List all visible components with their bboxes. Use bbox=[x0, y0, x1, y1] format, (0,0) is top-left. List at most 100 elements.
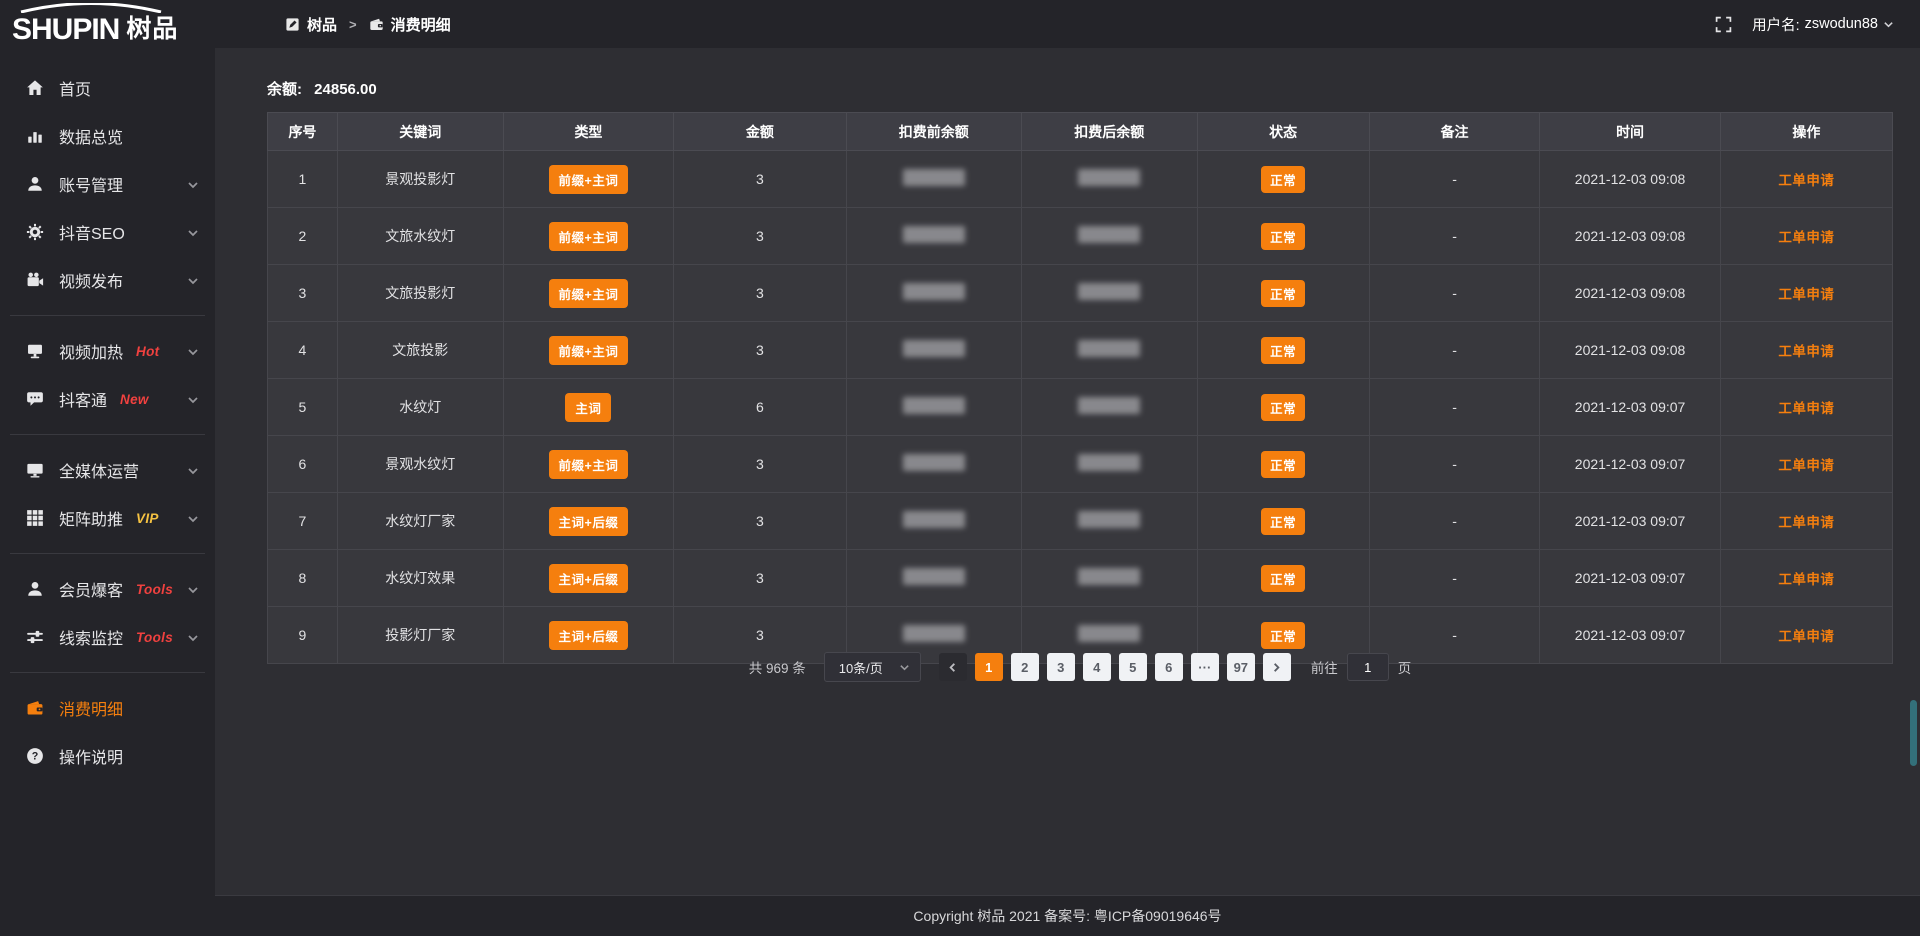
sidebar-item-video-publish[interactable]: 视频发布 bbox=[0, 256, 215, 304]
cell-action: 工单申请 bbox=[1720, 265, 1892, 322]
sidebar-item-tag: New bbox=[120, 392, 149, 407]
cell-keyword: 文旅投影 bbox=[337, 322, 503, 379]
cell-index: 2 bbox=[268, 208, 338, 265]
cell-amount: 3 bbox=[674, 322, 846, 379]
sidebar-item-douketong[interactable]: 抖客通New bbox=[0, 375, 215, 423]
cell-keyword: 水纹灯厂家 bbox=[337, 493, 503, 550]
page-button-6[interactable]: 6 bbox=[1155, 653, 1183, 681]
breadcrumb-item-consume-detail[interactable]: 消费明细 bbox=[369, 14, 451, 35]
cell-balance-before bbox=[846, 322, 1022, 379]
cell-amount: 6 bbox=[674, 379, 846, 436]
cell-index: 5 bbox=[268, 379, 338, 436]
logo-arc bbox=[16, 3, 166, 13]
app-logo[interactable]: SHUPIN 树品 bbox=[0, 0, 215, 50]
goto-label: 前往 bbox=[1311, 657, 1338, 677]
table-row: 1景观投影灯前缀+主词3正常-2021-12-03 09:08工单申请 bbox=[268, 151, 1893, 208]
column-header: 类型 bbox=[503, 113, 674, 151]
cell-keyword: 景观投影灯 bbox=[337, 151, 503, 208]
user-dropdown[interactable]: 用户名: zswodun88 bbox=[1752, 14, 1894, 35]
status-badge: 正常 bbox=[1261, 394, 1305, 421]
sidebar-item-home[interactable]: 首页 bbox=[0, 64, 215, 112]
work-order-link[interactable]: 工单申请 bbox=[1778, 401, 1834, 416]
next-page-button[interactable] bbox=[1263, 653, 1291, 681]
page-size-select[interactable]: 10条/页 bbox=[824, 652, 921, 682]
cell-remark: - bbox=[1369, 436, 1540, 493]
column-header: 备注 bbox=[1369, 113, 1540, 151]
sidebar-item-label: 数据总览 bbox=[59, 124, 123, 148]
sidebar-item-help[interactable]: ?操作说明 bbox=[0, 732, 215, 780]
page-button-97[interactable]: 97 bbox=[1227, 653, 1255, 681]
pagination: 共 969 条 10条/页 123456···97 前往 页 bbox=[267, 652, 1893, 682]
consume-table: 序号关键词类型金额扣费前余额扣费后余额状态备注时间操作 1景观投影灯前缀+主词3… bbox=[267, 112, 1893, 664]
page-button-5[interactable]: 5 bbox=[1119, 653, 1147, 681]
status-badge: 正常 bbox=[1261, 337, 1305, 364]
table-row: 3文旅投影灯前缀+主词3正常-2021-12-03 09:08工单申请 bbox=[268, 265, 1893, 322]
cell-balance-before bbox=[846, 550, 1022, 607]
cell-remark: - bbox=[1369, 265, 1540, 322]
goto-unit: 页 bbox=[1398, 657, 1412, 677]
cell-amount: 3 bbox=[674, 436, 846, 493]
cell-balance-after bbox=[1022, 208, 1198, 265]
sidebar: SHUPIN 树品 首页数据总览账号管理抖音SEO视频发布视频加热Hot抖客通N… bbox=[0, 0, 215, 936]
wallet-icon bbox=[26, 699, 44, 717]
work-order-link[interactable]: 工单申请 bbox=[1778, 173, 1834, 188]
sidebar-item-media-operation[interactable]: 全媒体运营 bbox=[0, 446, 215, 494]
cell-status: 正常 bbox=[1197, 436, 1369, 493]
masked-balance-before bbox=[903, 568, 965, 585]
chevron-down-icon bbox=[187, 583, 199, 595]
work-order-link[interactable]: 工单申请 bbox=[1778, 572, 1834, 587]
cell-balance-after bbox=[1022, 550, 1198, 607]
breadcrumb-item-shupin[interactable]: 树品 bbox=[285, 14, 337, 35]
sidebar-item-consume-detail[interactable]: 消费明细 bbox=[0, 684, 215, 732]
work-order-link[interactable]: 工单申请 bbox=[1778, 287, 1834, 302]
scrollbar-thumb[interactable] bbox=[1910, 700, 1917, 766]
cell-amount: 3 bbox=[674, 265, 846, 322]
cell-amount: 3 bbox=[674, 151, 846, 208]
cell-type: 主词 bbox=[503, 379, 674, 436]
sidebar-item-label: 消费明细 bbox=[59, 696, 123, 720]
page-buttons: 123456 ··· 97 bbox=[975, 653, 1255, 681]
cell-amount: 3 bbox=[674, 208, 846, 265]
sidebar-item-clue-monitor[interactable]: 线索监控 Tools bbox=[0, 613, 215, 661]
page-button-3[interactable]: 3 bbox=[1047, 653, 1075, 681]
sidebar-item-label: 线索监控 bbox=[59, 625, 123, 649]
fullscreen-icon[interactable] bbox=[1715, 16, 1732, 33]
work-order-link[interactable]: 工单申请 bbox=[1778, 344, 1834, 359]
cell-balance-before bbox=[846, 493, 1022, 550]
table-body: 1景观投影灯前缀+主词3正常-2021-12-03 09:08工单申请2文旅水纹… bbox=[268, 151, 1893, 664]
cell-index: 6 bbox=[268, 436, 338, 493]
page-button-1[interactable]: 1 bbox=[975, 653, 1003, 681]
status-badge: 正常 bbox=[1261, 280, 1305, 307]
sidebar-item-tag: Hot bbox=[136, 344, 159, 359]
sidebar-item-tag: Tools bbox=[136, 630, 173, 645]
cell-status: 正常 bbox=[1197, 493, 1369, 550]
work-order-link[interactable]: 工单申请 bbox=[1778, 458, 1834, 473]
sidebar-item-data-overview[interactable]: 数据总览 bbox=[0, 112, 215, 160]
sidebar-item-member-baoke[interactable]: 会员爆客Tools bbox=[0, 565, 215, 613]
cell-time: 2021-12-03 09:07 bbox=[1540, 436, 1720, 493]
cell-remark: - bbox=[1369, 379, 1540, 436]
cell-index: 3 bbox=[268, 265, 338, 322]
page-button-2[interactable]: 2 bbox=[1011, 653, 1039, 681]
cell-index: 7 bbox=[268, 493, 338, 550]
work-order-link[interactable]: 工单申请 bbox=[1778, 230, 1834, 245]
goto-page: 前往 页 bbox=[1311, 653, 1412, 681]
prev-page-button[interactable] bbox=[939, 653, 967, 681]
cell-amount: 3 bbox=[674, 493, 846, 550]
sidebar-item-matrix-boost[interactable]: 矩阵助推VIP bbox=[0, 494, 215, 542]
ellipsis-button[interactable]: ··· bbox=[1191, 653, 1219, 681]
page-button-4[interactable]: 4 bbox=[1083, 653, 1111, 681]
sidebar-item-video-heat[interactable]: 视频加热Hot bbox=[0, 327, 215, 375]
chevron-down-icon bbox=[899, 662, 910, 673]
cell-time: 2021-12-03 09:07 bbox=[1540, 493, 1720, 550]
username-value: zswodun88 bbox=[1805, 16, 1878, 32]
work-order-link[interactable]: 工单申请 bbox=[1778, 515, 1834, 530]
cell-action: 工单申请 bbox=[1720, 151, 1892, 208]
sidebar-item-account-management[interactable]: 账号管理 bbox=[0, 160, 215, 208]
sidebar-item-douyin-seo[interactable]: 抖音SEO bbox=[0, 208, 215, 256]
table-row: 2文旅水纹灯前缀+主词3正常-2021-12-03 09:08工单申请 bbox=[268, 208, 1893, 265]
goto-page-input[interactable] bbox=[1347, 653, 1389, 681]
work-order-link[interactable]: 工单申请 bbox=[1778, 629, 1834, 644]
masked-balance-before bbox=[903, 226, 965, 243]
copyright-text: Copyright 树品 2021 备案号: 粤ICP备09019646号 bbox=[913, 906, 1221, 926]
